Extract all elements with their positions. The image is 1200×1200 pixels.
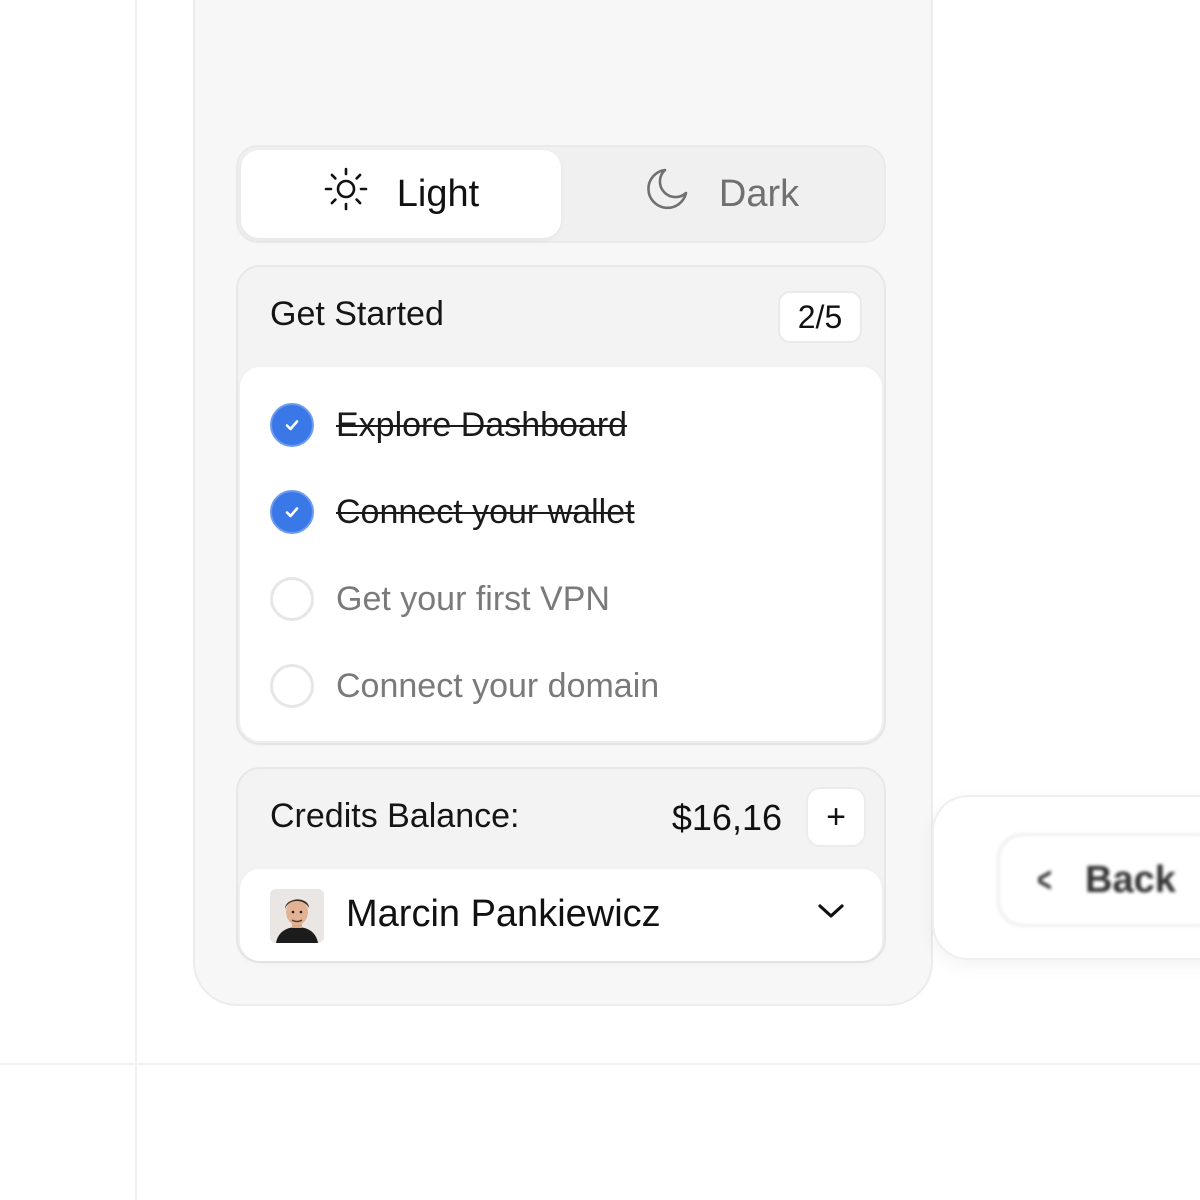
unchecked-circle-icon[interactable] bbox=[270, 577, 314, 621]
chevron-down-icon[interactable] bbox=[816, 901, 846, 926]
theme-toggle: Light Dark bbox=[236, 145, 886, 243]
checked-icon[interactable] bbox=[270, 490, 314, 534]
get-started-title: Get Started bbox=[270, 295, 444, 333]
chevron-left-icon: < bbox=[1037, 859, 1052, 900]
theme-option-dark[interactable]: Dark bbox=[561, 150, 881, 238]
layout-guide-vertical bbox=[135, 0, 137, 1200]
get-started-panel: Get Started 2/5 Explore Dashboard Connec… bbox=[236, 265, 886, 745]
unchecked-circle-icon[interactable] bbox=[270, 664, 314, 708]
task-item-first-vpn[interactable]: Get your first VPN bbox=[270, 577, 610, 621]
task-label: Connect your domain bbox=[336, 666, 660, 705]
task-item-connect-domain[interactable]: Connect your domain bbox=[270, 664, 659, 708]
credits-panel: Credits Balance: $16,16 + Marcin Pankiew… bbox=[236, 767, 886, 963]
user-menu[interactable]: Marcin Pankiewicz bbox=[240, 869, 882, 961]
task-item-connect-wallet[interactable]: Connect your wallet bbox=[270, 490, 635, 534]
back-button[interactable]: < Back bbox=[997, 833, 1200, 927]
user-name: Marcin Pankiewicz bbox=[346, 893, 661, 935]
layout-guide-horizontal bbox=[0, 1063, 1200, 1065]
avatar bbox=[270, 889, 324, 943]
moon-icon bbox=[643, 165, 691, 223]
task-list: Explore Dashboard Connect your wallet Ge… bbox=[240, 367, 882, 741]
theme-option-light[interactable]: Light bbox=[241, 150, 561, 238]
theme-option-label: Light bbox=[396, 172, 480, 215]
sun-icon bbox=[323, 166, 369, 222]
task-label: Explore Dashboard bbox=[336, 405, 628, 444]
add-credits-button[interactable]: + bbox=[806, 787, 866, 847]
back-button-label: Back bbox=[1085, 858, 1176, 901]
task-item-explore-dashboard[interactable]: Explore Dashboard bbox=[270, 403, 627, 447]
credits-label: Credits Balance: bbox=[270, 797, 520, 835]
progress-badge: 2/5 bbox=[778, 291, 862, 343]
task-label: Connect your wallet bbox=[336, 492, 635, 531]
credits-value: $16,16 bbox=[671, 797, 782, 838]
checked-icon[interactable] bbox=[270, 403, 314, 447]
task-label: Get your first VPN bbox=[336, 579, 610, 618]
theme-option-label: Dark bbox=[718, 172, 800, 215]
